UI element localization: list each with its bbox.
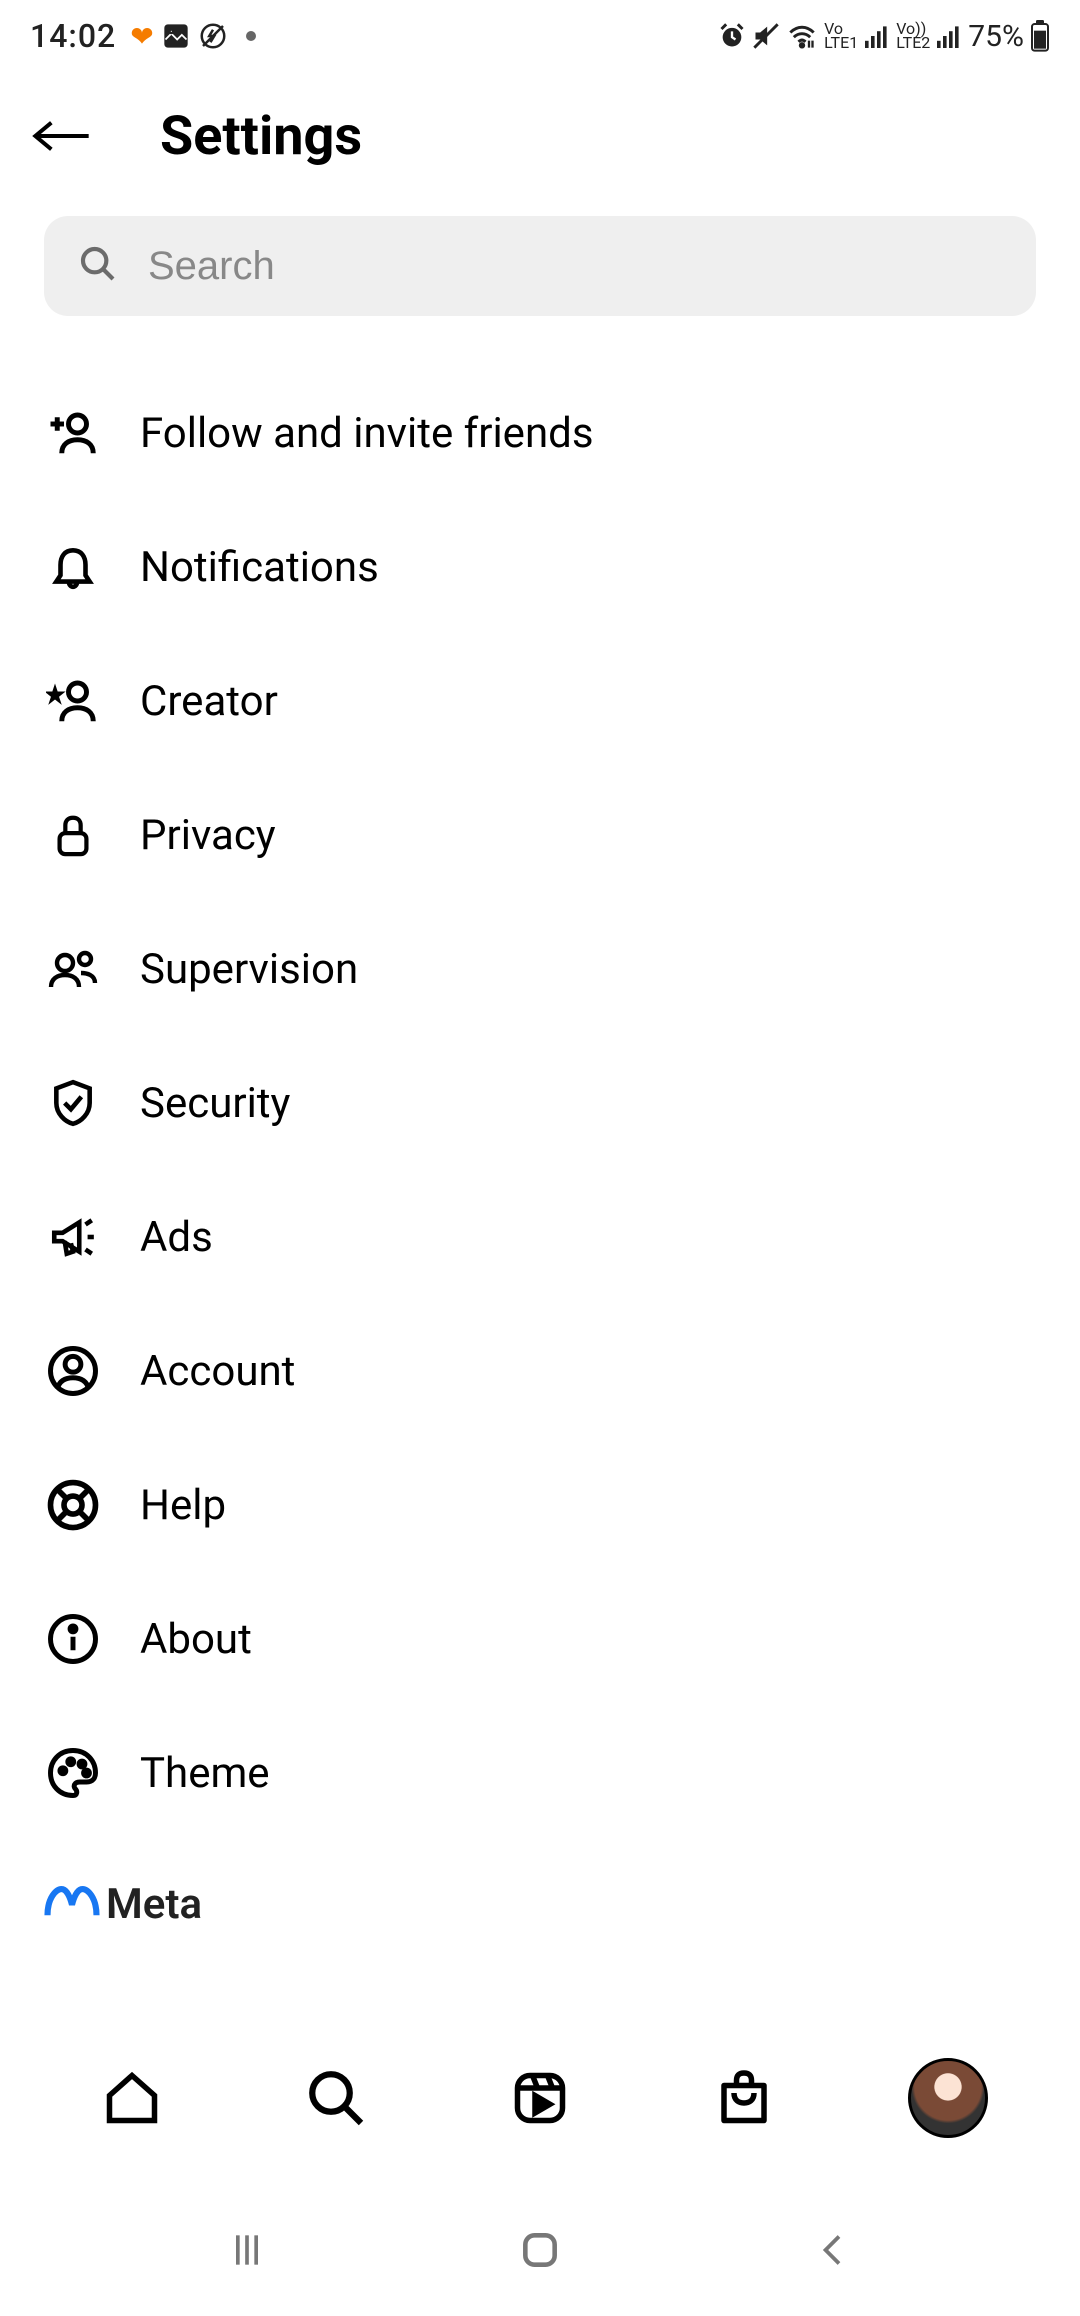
gallery-icon <box>162 22 190 50</box>
menu-item-supervision[interactable]: Supervision <box>44 902 1036 1036</box>
data-saver-icon <box>198 21 228 51</box>
nav-shop-button[interactable] <box>704 2058 784 2138</box>
status-right: VoLTE1 Vo))LTE2 75% <box>718 19 1050 54</box>
menu-label: Ads <box>140 1213 213 1262</box>
group-icon <box>44 940 102 998</box>
menu-label: About <box>140 1615 252 1664</box>
nav-profile-button[interactable] <box>908 2058 988 2138</box>
system-nav <box>0 2200 1080 2300</box>
status-bar: 14:02 ❤ VoLTE1 Vo))LTE2 75% <box>0 0 1080 72</box>
menu-item-follow-invite[interactable]: Follow and invite friends <box>44 366 1036 500</box>
bell-icon <box>44 538 102 596</box>
menu-label: Follow and invite friends <box>140 409 594 458</box>
header: Settings <box>0 72 1080 216</box>
search-icon <box>78 244 118 288</box>
chevron-left-icon <box>815 2228 851 2272</box>
more-notifications-dot <box>246 31 256 41</box>
sys-home-icon <box>518 2228 562 2272</box>
menu-item-ads[interactable]: Ads <box>44 1170 1036 1304</box>
menu-item-privacy[interactable]: Privacy <box>44 768 1036 902</box>
recents-icon <box>225 2228 269 2272</box>
wifi-icon <box>786 22 818 50</box>
menu-item-notifications[interactable]: Notifications <box>44 500 1036 634</box>
menu-item-about[interactable]: About <box>44 1572 1036 1706</box>
menu-item-creator[interactable]: Creator <box>44 634 1036 768</box>
menu-label: Privacy <box>140 811 276 860</box>
status-left: 14:02 ❤ <box>30 17 256 55</box>
signal1-icon <box>864 24 890 48</box>
menu-label: Notifications <box>140 543 379 592</box>
nav-home-button[interactable] <box>92 2058 172 2138</box>
back-button[interactable] <box>30 96 110 176</box>
settings-menu: Follow and invite friends Notifications … <box>44 366 1036 1840</box>
sys-recents-button[interactable] <box>217 2220 277 2280</box>
menu-label: Creator <box>140 677 278 726</box>
lock-icon <box>44 806 102 864</box>
menu-item-security[interactable]: Security <box>44 1036 1036 1170</box>
meta-brand: Meta <box>44 1880 1036 1929</box>
nav-reels-button[interactable] <box>500 2058 580 2138</box>
menu-item-theme[interactable]: Theme <box>44 1706 1036 1840</box>
avatar-icon <box>908 2058 988 2138</box>
sys-home-button[interactable] <box>510 2220 570 2280</box>
menu-item-help[interactable]: Help <box>44 1438 1036 1572</box>
sim2-label: Vo))LTE2 <box>896 22 930 50</box>
search-bar[interactable] <box>44 216 1036 316</box>
reels-icon <box>510 2068 570 2128</box>
menu-label: Help <box>140 1481 226 1530</box>
search-icon <box>306 2068 366 2128</box>
menu-item-account[interactable]: Account <box>44 1304 1036 1438</box>
battery-percent: 75% <box>968 19 1024 54</box>
palette-icon <box>44 1744 102 1802</box>
nav-search-button[interactable] <box>296 2058 376 2138</box>
menu-label: Supervision <box>140 945 358 994</box>
menu-label: Account <box>140 1347 295 1396</box>
bottom-nav <box>0 2028 1080 2168</box>
menu-label: Security <box>140 1079 290 1128</box>
page-title: Settings <box>160 105 362 168</box>
meta-logo-icon <box>44 1883 100 1927</box>
person-plus-icon <box>44 404 102 462</box>
mute-icon <box>752 22 780 50</box>
search-input[interactable] <box>148 244 1002 289</box>
person-star-icon <box>44 672 102 730</box>
menu-label: Theme <box>140 1749 270 1798</box>
megaphone-icon <box>44 1208 102 1266</box>
lifebuoy-icon <box>44 1476 102 1534</box>
sys-back-button[interactable] <box>803 2220 863 2280</box>
info-icon <box>44 1610 102 1668</box>
signal2-icon <box>936 24 962 48</box>
sim1-label: VoLTE1 <box>824 22 858 50</box>
shield-check-icon <box>44 1074 102 1132</box>
shopping-bag-icon <box>714 2068 774 2128</box>
meta-brand-text: Meta <box>106 1880 202 1929</box>
health-icon: ❤ <box>130 20 153 53</box>
arrow-left-icon <box>30 112 94 160</box>
battery-icon <box>1030 20 1050 52</box>
home-icon <box>102 2068 162 2128</box>
user-circle-icon <box>44 1342 102 1400</box>
status-time: 14:02 <box>30 17 116 55</box>
alarm-icon <box>718 22 746 50</box>
